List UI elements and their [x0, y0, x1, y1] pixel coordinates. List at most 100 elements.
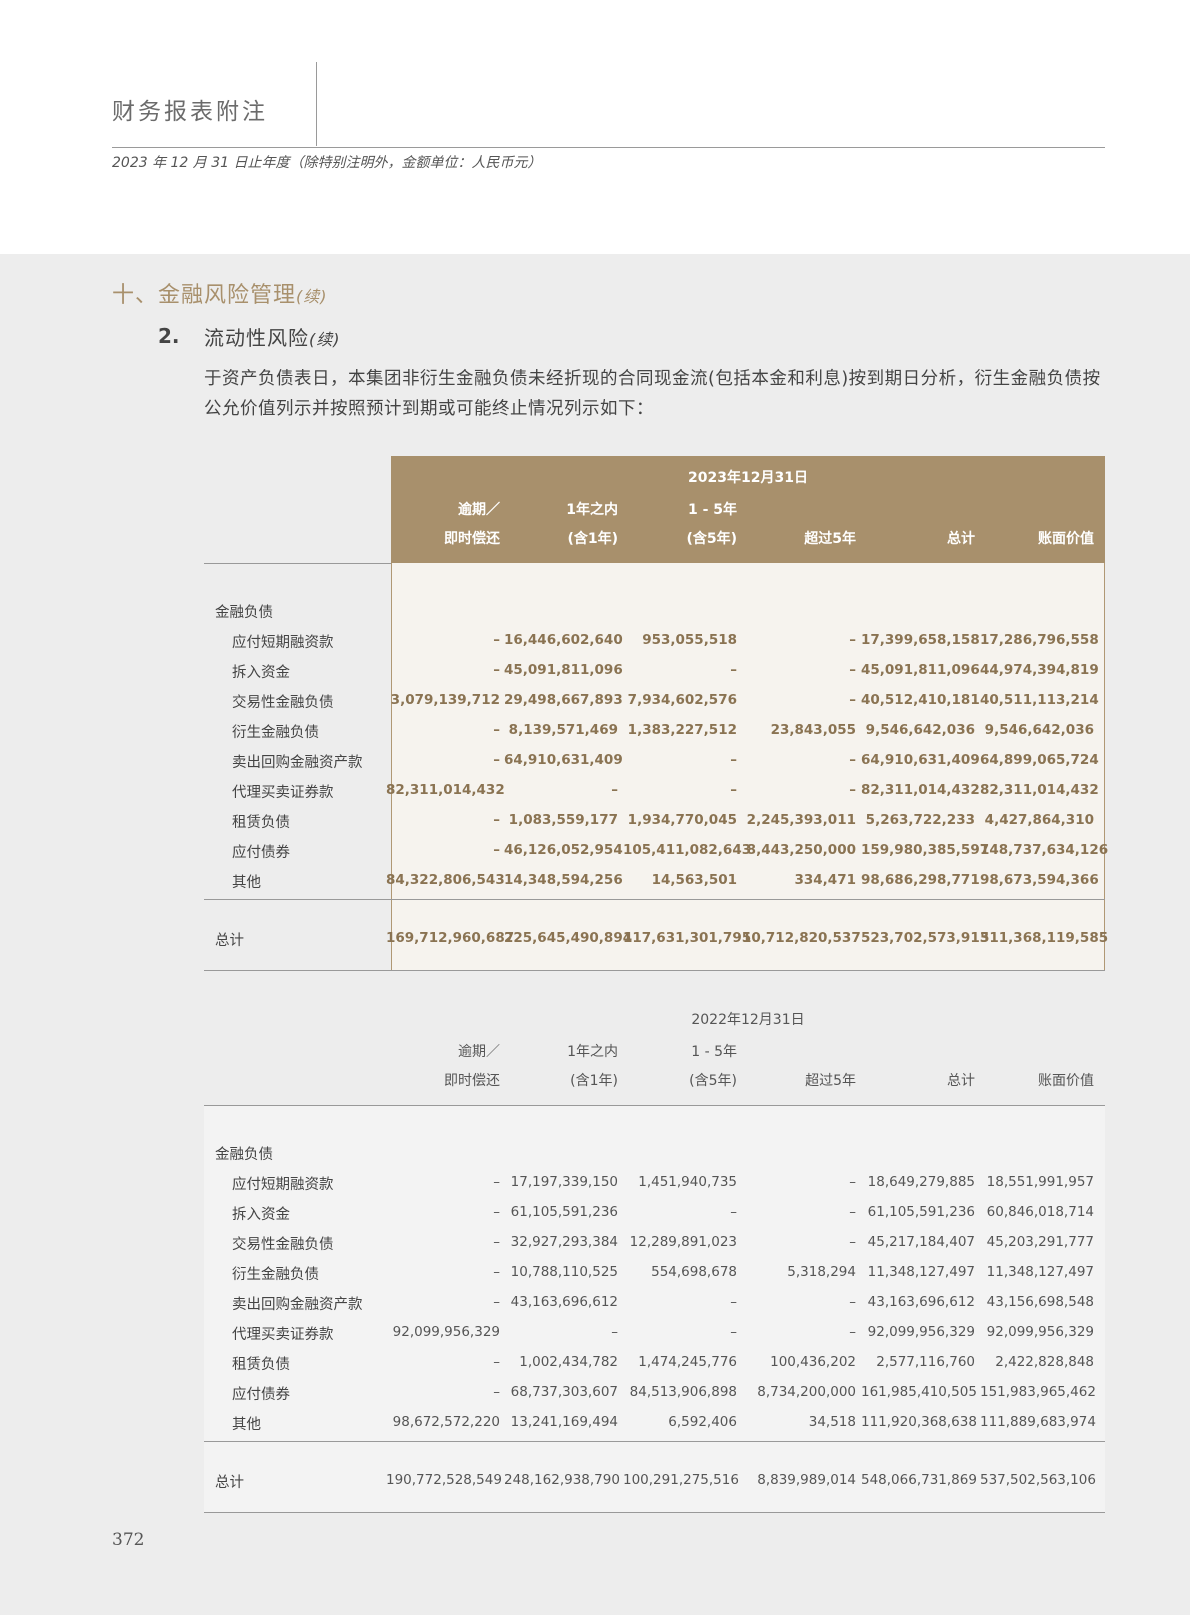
- table-cell: –: [849, 1234, 856, 1250]
- table-cell: –: [849, 692, 856, 708]
- column-header-4-line2: 超过5年: [805, 1073, 856, 1089]
- subsection-title: 流动性风险(续): [204, 322, 341, 351]
- row-label: 拆入资金: [232, 1207, 290, 1223]
- table-cell: 1,083,559,177: [508, 812, 618, 828]
- table-cell: 64,910,631,409: [861, 752, 980, 768]
- row-label: 代理买卖证券款: [232, 785, 334, 801]
- table-cell: 9,546,642,036: [984, 722, 1094, 738]
- section-title: 十、金融风险管理(续): [112, 277, 328, 309]
- table-cell: 8,734,200,000: [757, 1384, 856, 1400]
- table-cell: 18,649,279,885: [867, 1174, 975, 1190]
- table-cell: –: [493, 1264, 500, 1280]
- table-cell: –: [849, 782, 856, 798]
- table-cell: –: [849, 1294, 856, 1310]
- total-cell: 523,702,573,913: [861, 930, 990, 946]
- table-cell: –: [493, 1204, 500, 1220]
- section-title-cont: (续): [296, 287, 328, 306]
- table-cell: 7,934,602,576: [627, 692, 737, 708]
- table-cell: 98,673,594,366: [980, 872, 1099, 888]
- table-cell: 17,286,796,558: [980, 632, 1099, 648]
- table-cell: 92,099,956,329: [392, 1324, 500, 1340]
- table-cell: 10,788,110,525: [510, 1264, 618, 1280]
- subsection-number: 2.: [158, 324, 180, 348]
- total-cell: 100,291,275,516: [623, 1472, 739, 1488]
- table-cell: 64,899,065,724: [980, 752, 1099, 768]
- table-cell: 100,436,202: [770, 1354, 856, 1370]
- table-cell: 45,203,291,777: [986, 1234, 1094, 1250]
- table-cell: 45,091,811,096: [504, 662, 623, 678]
- table-cell: –: [493, 722, 500, 738]
- column-header-2-line2: (含1年): [567, 531, 618, 547]
- row-label: 卖出回购金融资产款: [232, 1297, 363, 1313]
- table-cell: 111,889,683,974: [980, 1414, 1096, 1430]
- table-cell: 13,241,169,494: [510, 1414, 618, 1430]
- table-cell: 12,289,891,023: [629, 1234, 737, 1250]
- total-cell: 225,645,490,894: [504, 930, 633, 946]
- table-cell: 1,451,940,735: [638, 1174, 737, 1190]
- table-cell: 17,197,339,150: [510, 1174, 618, 1190]
- section-title-text: 十、金融风险管理: [112, 283, 297, 308]
- table-cell: 34,518: [808, 1414, 856, 1430]
- table-cell: 1,383,227,512: [627, 722, 737, 738]
- table-cell: 554,698,678: [651, 1264, 737, 1280]
- row-label: 应付债券: [232, 1387, 290, 1403]
- table-cell: –: [730, 752, 737, 768]
- table-cell: 82,311,014,432: [386, 782, 505, 798]
- table-cell: 18,551,991,957: [986, 1174, 1094, 1190]
- row-label: 应付短期融资款: [232, 1177, 334, 1193]
- column-header-3-line2: (含5年): [689, 1073, 737, 1089]
- table-cell: 92,099,956,329: [986, 1324, 1094, 1340]
- table-cell: –: [493, 812, 500, 828]
- table-cell: –: [493, 1384, 500, 1400]
- table-cell: 111,920,368,638: [861, 1414, 977, 1430]
- table-cell: –: [493, 752, 500, 768]
- total-cell: 10,712,820,537: [742, 930, 861, 946]
- table-cell: 8,443,250,000: [746, 842, 856, 858]
- table-cell: 40,511,113,214: [980, 692, 1099, 708]
- table-cell: –: [611, 1324, 618, 1340]
- table-cell: 5,263,722,233: [865, 812, 975, 828]
- table-cell: 82,311,014,432: [861, 782, 980, 798]
- report-header-subtitle: 2023 年 12 月 31 日止年度（除特别注明外，金额单位：人民币元）: [112, 155, 542, 171]
- column-header-2-line1: 1年之内: [566, 502, 618, 518]
- column-header-6-line2: 账面价值: [1038, 531, 1094, 547]
- column-header-5-line2: 总计: [947, 1073, 975, 1089]
- table-cell: 14,563,501: [651, 872, 737, 888]
- table-year-heading: 2023年12月31日: [688, 470, 808, 486]
- column-header-5-line2: 总计: [947, 531, 975, 547]
- table-cell: 953,055,518: [642, 632, 737, 648]
- table-2022-total-rule: [204, 1441, 1105, 1442]
- table-cell: 14,348,594,256: [504, 872, 623, 888]
- table-cell: –: [730, 1204, 737, 1220]
- table-cell: –: [849, 1174, 856, 1190]
- total-cell: 117,631,301,795: [623, 930, 752, 946]
- table-cell: 46,126,052,954: [504, 842, 623, 858]
- intro-paragraph: 于资产负债表日，本集团非衍生金融负债未经折现的合同现金流(包括本金和利息)按到期…: [204, 369, 1101, 419]
- table-2023-bottom-rule: [204, 970, 1105, 971]
- table-cell: –: [849, 1204, 856, 1220]
- table-cell: 151,983,965,462: [980, 1384, 1096, 1400]
- table-cell: 98,672,572,220: [392, 1414, 500, 1430]
- table-cell: –: [730, 662, 737, 678]
- table-cell: 61,105,591,236: [510, 1204, 618, 1220]
- row-label: 应付短期融资款: [232, 635, 334, 651]
- table-cell: 43,163,696,612: [867, 1294, 975, 1310]
- table-cell: 40,512,410,181: [861, 692, 980, 708]
- table-cell: 2,577,116,760: [876, 1354, 975, 1370]
- row-label: 拆入资金: [232, 665, 290, 681]
- table-cell: 6,592,406: [668, 1414, 737, 1430]
- table-cell: 45,217,184,407: [867, 1234, 975, 1250]
- total-row-label: 总计: [215, 1475, 244, 1491]
- table-cell: 2,422,828,848: [995, 1354, 1094, 1370]
- total-cell: 511,368,119,585: [980, 930, 1109, 946]
- total-cell: 169,712,960,687: [386, 930, 515, 946]
- page-number: 372: [112, 1530, 145, 1550]
- table-cell: 60,846,018,714: [986, 1204, 1094, 1220]
- column-header-1-line1: 逾期／: [458, 1044, 500, 1060]
- row-label: 卖出回购金融资产款: [232, 755, 363, 771]
- table-cell: 1,474,245,776: [638, 1354, 737, 1370]
- column-header-3-line1: 1 - 5年: [691, 1044, 737, 1060]
- table-cell: –: [493, 632, 500, 648]
- table-cell: 16,446,602,640: [504, 632, 623, 648]
- table-cell: 45,091,811,096: [861, 662, 980, 678]
